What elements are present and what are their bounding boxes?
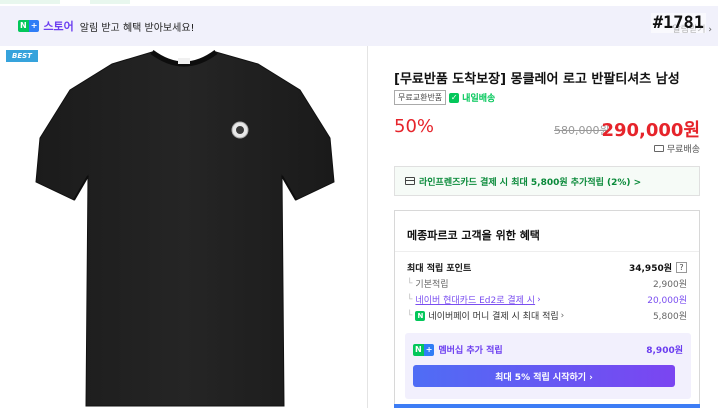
membership-value: 8,900원	[646, 346, 683, 356]
start-earning-button[interactable]: 최대 5% 적립 시작하기 ›	[413, 365, 675, 387]
basic-points-label: 기본적립	[415, 280, 449, 290]
card-promo-link[interactable]: 라인프렌즈카드 결제 시 최대 5,800원 추가적립 (2%) >	[394, 166, 700, 196]
chevron-right-icon: ›	[537, 294, 541, 305]
benefit-panel: 메종파르코 고객을 위한 혜택 최대 적립 포인트 34,950원 ? └ 기본…	[394, 210, 700, 408]
naver-pay-label: 네이버페이 머니 결제 시 최대 적립	[428, 312, 559, 322]
credit-card-icon	[405, 177, 415, 185]
banner-message: 알림 받고 혜택 받아보세요!	[79, 22, 195, 34]
basic-points-value: 2,900원	[652, 280, 687, 290]
discount-rate: 50%	[394, 116, 435, 137]
product-title: [무료반품 도착보장] 몽클레어 로고 반팔티셔츠 남성	[394, 72, 680, 87]
product-image[interactable]: BEST	[0, 46, 368, 408]
naver-pay-icon: N	[415, 310, 426, 321]
product-tags: 무료교환반품 ✓ 내일배송	[394, 90, 495, 105]
naver-pay-row[interactable]: └ N 네이버페이 머니 결제 시 최대 적립 › 5,800원	[407, 309, 687, 322]
tree-branch-icon: └	[407, 294, 413, 305]
max-points-label: 최대 적립 포인트	[407, 264, 472, 274]
free-return-tag: 무료교환반품	[394, 90, 447, 105]
basic-points-row: └ 기본적립 2,900원	[407, 277, 687, 291]
help-icon[interactable]: ?	[676, 262, 687, 273]
store-label: 스토어	[43, 20, 74, 33]
sale-price: 290,000원	[601, 120, 700, 141]
naver-pay-value: 5,800원	[652, 312, 687, 322]
chevron-right-icon: ›	[560, 310, 565, 321]
best-badge: BEST	[6, 50, 38, 62]
nplus-store-icon: N +	[18, 20, 40, 32]
benefit-divider	[395, 251, 699, 252]
membership-label: 멤버십 추가 적립	[438, 346, 503, 356]
tree-branch-icon: └	[407, 310, 413, 321]
shipping-info: 무료배송	[653, 142, 700, 155]
tshirt-image	[35, 49, 335, 407]
top-accent-bar	[0, 0, 718, 4]
arrival-check-icon: ✓	[449, 92, 460, 103]
shipping-label: 무료배송	[666, 145, 700, 155]
membership-row: N + 멤버십 추가 적립 8,900원	[413, 343, 683, 356]
max-points-row: 최대 적립 포인트 34,950원 ?	[407, 261, 687, 274]
truck-icon	[653, 145, 664, 152]
product-page: N+ 스토어 알림 받고 혜택 받아보세요! 알림받기 › #1781 BEST	[0, 0, 718, 408]
max-points-value: 34,950원	[628, 264, 672, 274]
naver-card-value: 20,000원	[647, 296, 687, 306]
benefit-title: 메종파르코 고객을 위한 혜택	[407, 229, 540, 242]
naver-card-link[interactable]: 네이버 현대카드 Ed2로 결제 시	[415, 293, 535, 306]
tree-branch-icon: └	[407, 278, 413, 289]
store-alert-banner[interactable]: N+ 스토어 알림 받고 혜택 받아보세요! 알림받기 › #1781	[0, 6, 718, 46]
naver-card-row[interactable]: └ 네이버 현대카드 Ed2로 결제 시 › 20,000원	[407, 293, 687, 307]
membership-box: N + 멤버십 추가 적립 8,900원 최대 5% 적립 시작하기 ›	[405, 333, 691, 399]
buy-button-top-edge[interactable]	[394, 404, 700, 408]
overlay-id-label: #1781	[650, 13, 706, 33]
nplus-membership-icon: N +	[413, 343, 435, 356]
arrival-tag: 내일배송	[462, 94, 496, 104]
card-promo-text: 라인프렌즈카드 결제 시 최대 5,800원 추가적립 (2%) >	[419, 177, 642, 188]
